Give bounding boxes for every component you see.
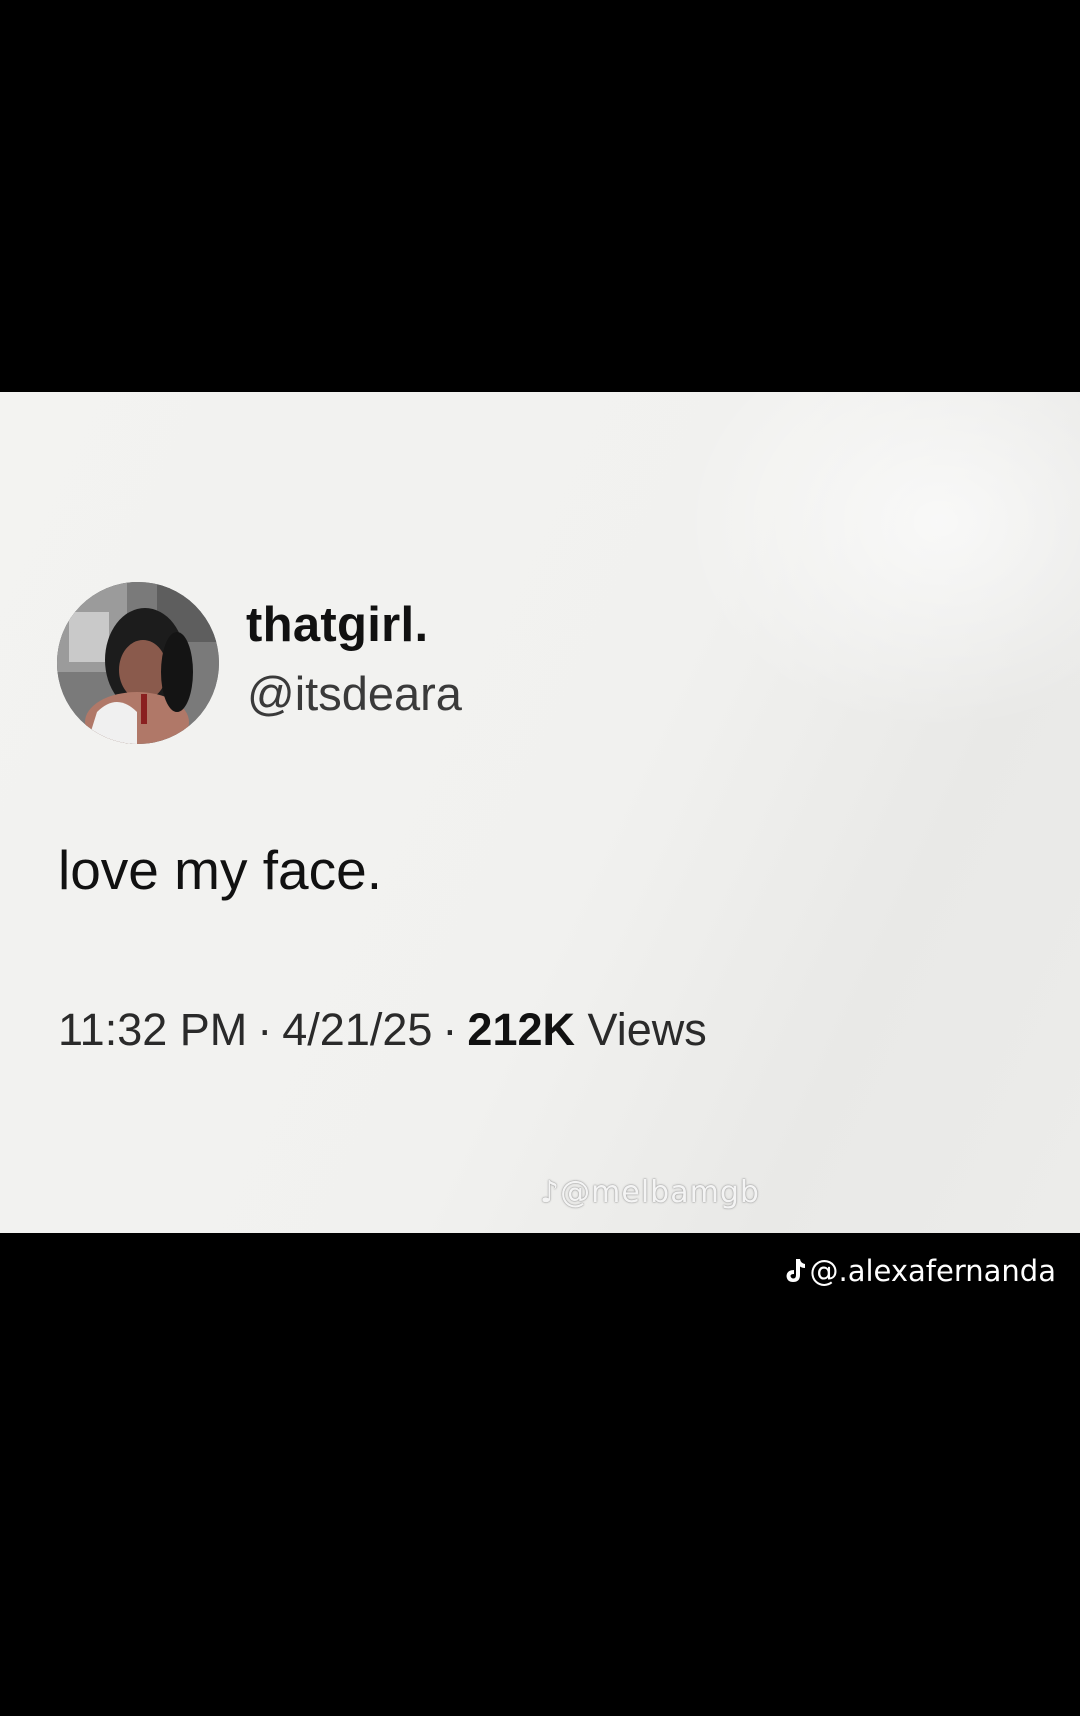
tweet-card: thatgirl. @itsdeara love my face. 11:32 …: [0, 392, 1080, 1233]
user-handle[interactable]: @itsdeara: [247, 666, 462, 721]
tweet-text: love my face.: [58, 839, 383, 901]
meta-separator: ·: [442, 1004, 458, 1055]
avatar-photo: [57, 582, 219, 744]
outer-watermark: @.alexafernanda: [784, 1254, 1057, 1288]
tweet-time[interactable]: 11:32 PM: [58, 1004, 247, 1055]
tweet-date[interactable]: 4/21/25: [282, 1004, 432, 1055]
display-name[interactable]: thatgirl.: [246, 597, 428, 653]
tiktok-icon: ♪: [540, 1175, 561, 1210]
tiktok-icon: [786, 1259, 805, 1282]
views-count: 212K: [467, 1004, 575, 1055]
video-frame: thatgirl. @itsdeara love my face. 11:32 …: [0, 0, 1080, 1716]
outer-watermark-handle: @.alexafernanda: [809, 1254, 1057, 1288]
inner-watermark-handle: @melbamgb: [560, 1175, 760, 1210]
meta-separator: ·: [257, 1004, 273, 1055]
tweet-meta: 11:32 PM · 4/21/25 · 212K Views: [58, 1004, 707, 1056]
avatar[interactable]: [57, 582, 219, 744]
inner-watermark: ♪@melbamgb: [540, 1175, 760, 1210]
views-label: Views: [587, 1004, 707, 1055]
